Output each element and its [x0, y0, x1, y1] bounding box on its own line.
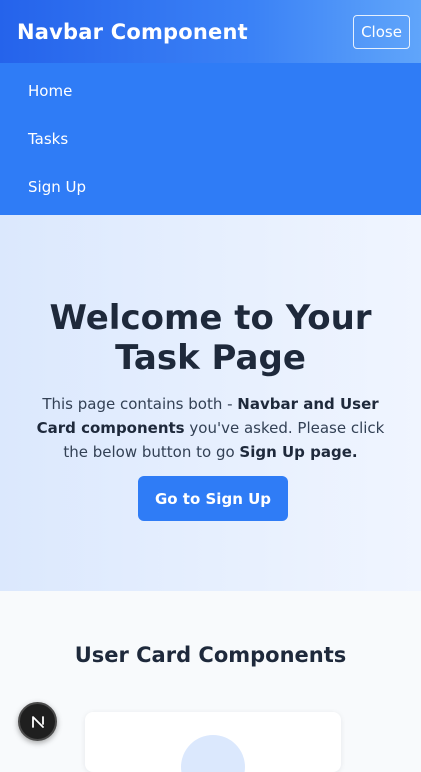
hero-text-bold-2: Sign Up page. [239, 443, 358, 461]
menu-item-sign-up[interactable]: Sign Up [0, 163, 421, 211]
user-cards-section: User Card Components [0, 591, 421, 772]
hero-section: Welcome to Your Task Page This page cont… [0, 215, 421, 591]
user-cards-title: User Card Components [74, 643, 347, 667]
user-card [85, 712, 341, 772]
navbar-brand[interactable]: Navbar Component [17, 20, 248, 44]
menu-item-tasks[interactable]: Tasks [0, 115, 421, 163]
nextjs-logo-icon [31, 715, 44, 728]
hero-title: Welcome to Your Task Page [49, 298, 372, 378]
close-menu-button[interactable]: Close [353, 14, 410, 49]
hero-text-part-1: This page contains both - [42, 395, 238, 413]
menu-item-home[interactable]: Home [0, 67, 421, 115]
navbar: Navbar Component Close [0, 0, 421, 63]
mobile-menu: Home Tasks Sign Up [0, 63, 421, 215]
hero-description: This page contains both - Navbar and Use… [30, 392, 391, 464]
go-to-sign-up-button[interactable]: Go to Sign Up [138, 476, 288, 521]
nextjs-dev-indicator-button[interactable] [18, 702, 57, 741]
avatar [181, 735, 245, 772]
